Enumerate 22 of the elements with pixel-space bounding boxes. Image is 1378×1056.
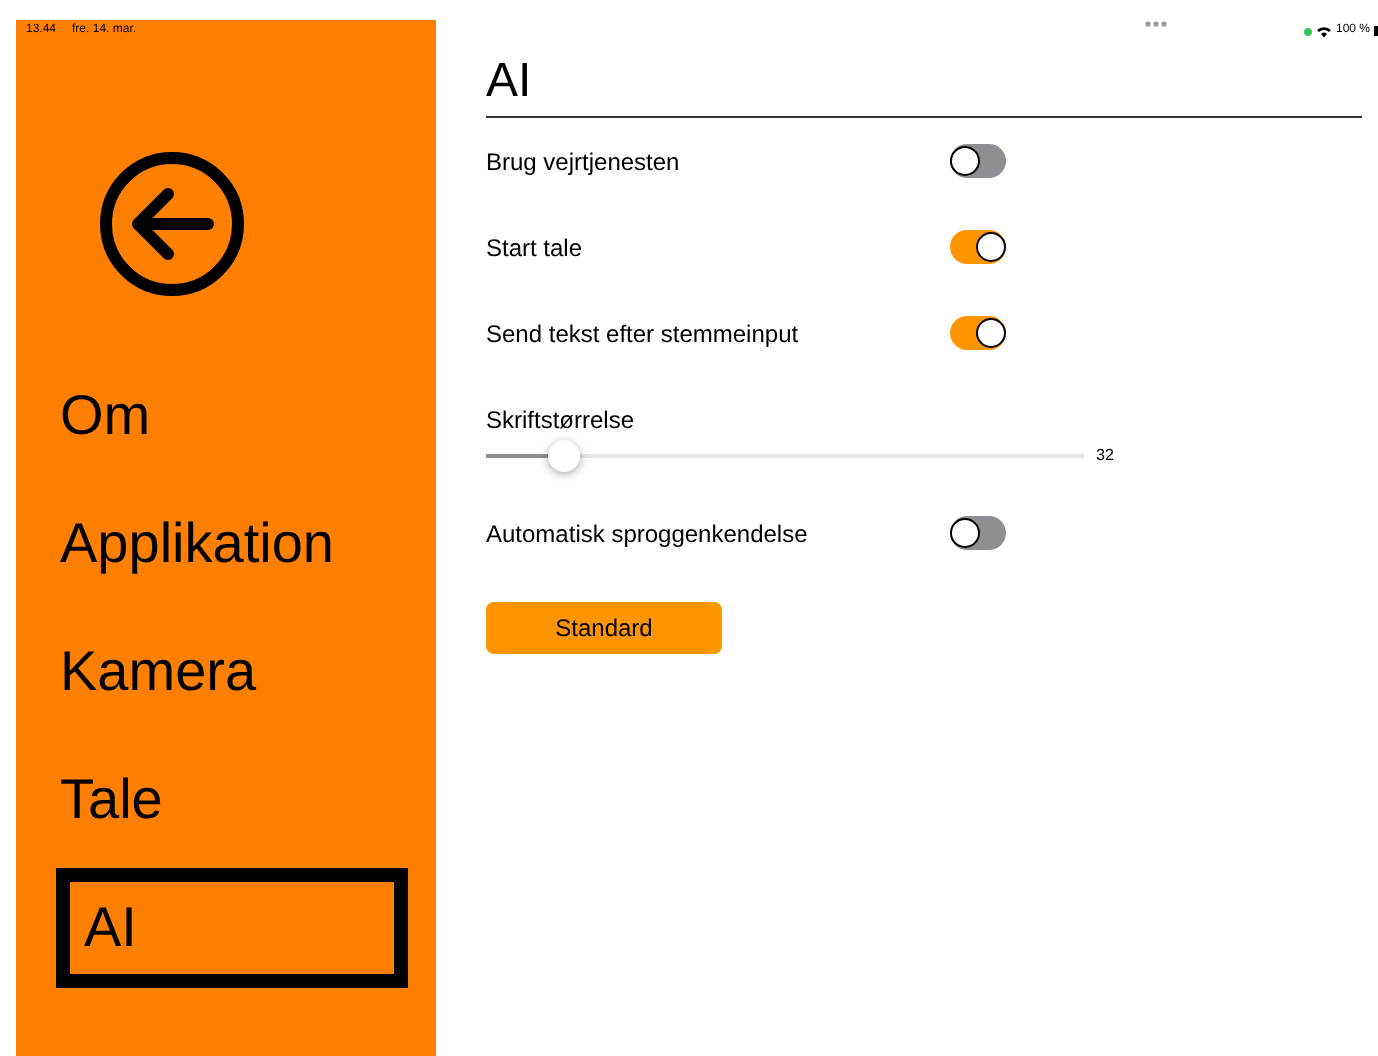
toggle-switch[interactable] [950,316,1006,350]
setting-label: Brug vejrtjenesten [486,145,680,179]
standard-button[interactable]: Standard [486,602,722,654]
page-title: AI [486,52,1362,118]
setting-label: Send tekst efter stemmeinput [486,317,799,351]
sidebar-item[interactable]: Kamera [58,636,410,708]
sidebar-item[interactable]: Applikation [58,508,410,580]
sidebar-item[interactable]: AI [56,868,408,988]
setting-label: Start tale [486,231,583,265]
toggle-switch[interactable] [950,144,1006,178]
back-arrow-icon[interactable] [96,148,248,300]
setting-label: Skriftstørrelse [486,404,637,438]
more-dots-icon [1144,20,1168,28]
toggle-switch[interactable] [950,516,1006,550]
sidebar-item[interactable]: Om [58,380,410,452]
recording-indicator-icon [1303,27,1312,35]
wifi-icon [1315,25,1332,37]
toggle-switch[interactable] [950,230,1006,264]
setting-label: Automatisk sproggenkendelse [486,517,808,551]
slider-value: 32 [1096,444,1114,468]
slider-thumb[interactable] [547,440,580,472]
sidebar-item[interactable]: Tale [58,764,410,836]
